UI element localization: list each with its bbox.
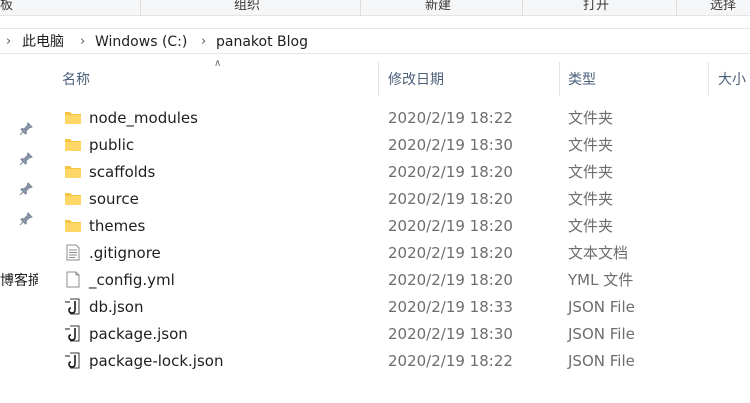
file-name: source [89, 190, 139, 208]
navigation-pane: 博客摘 [0, 55, 38, 403]
json-file-icon [65, 325, 80, 342]
file-date: 2020/2/19 18:20 [388, 190, 513, 208]
file-type: 文件夹 [568, 109, 614, 127]
column-header-date[interactable]: 修改日期 [388, 62, 444, 96]
file-name: db.json [89, 298, 144, 316]
list-item[interactable]: _config.yml 2020/2/19 18:20 YML 文件 [40, 266, 750, 293]
file-date: 2020/2/19 18:30 [388, 136, 513, 154]
list-item[interactable]: node_modules 2020/2/19 18:22 文件夹 [40, 104, 750, 131]
ribbon-group-strip: 板 组织 新建 打开 选择 [0, 0, 750, 16]
column-header-type[interactable]: 类型 [568, 62, 596, 96]
file-date: 2020/2/19 18:22 [388, 109, 513, 127]
list-item[interactable]: db.json 2020/2/19 18:33 JSON File [40, 293, 750, 320]
list-item[interactable]: package.json 2020/2/19 18:30 JSON File [40, 320, 750, 347]
folder-icon [65, 220, 81, 232]
folder-icon [65, 166, 81, 178]
address-bar[interactable]: › 此电脑 › Windows (C:) › panakot Blog [0, 28, 750, 54]
sort-ascending-icon: ∧ [214, 58, 222, 69]
column-header-row: ∧ 名称 修改日期 类型 大小 [40, 58, 750, 96]
folder-icon [65, 112, 81, 124]
file-date: 2020/2/19 18:22 [388, 352, 513, 370]
file-name: node_modules [89, 109, 198, 127]
column-divider[interactable] [378, 62, 379, 96]
file-name: .gitignore [89, 244, 161, 262]
ribbon-separator [522, 0, 523, 16]
ribbon-group-new: 新建 [425, 0, 452, 13]
file-type: 文件夹 [568, 190, 614, 208]
list-item[interactable]: scaffolds 2020/2/19 18:20 文件夹 [40, 158, 750, 185]
file-type: JSON File [568, 298, 635, 316]
list-item[interactable]: public 2020/2/19 18:30 文件夹 [40, 131, 750, 158]
file-type: 文本文档 [568, 244, 629, 262]
file-date: 2020/2/19 18:20 [388, 217, 513, 235]
file-name: public [89, 136, 135, 154]
file-date: 2020/2/19 18:33 [388, 298, 513, 316]
pin-icon[interactable] [19, 182, 33, 196]
file-type: JSON File [568, 325, 635, 343]
json-file-icon [65, 298, 80, 315]
file-name: _config.yml [89, 271, 175, 289]
file-name: package.json [89, 325, 188, 343]
file-type: 文件夹 [568, 136, 614, 154]
json-file-icon [65, 352, 80, 369]
column-header-name[interactable]: 名称 [62, 62, 90, 96]
chevron-right-icon[interactable]: › [6, 29, 11, 55]
breadcrumb-this-pc[interactable]: 此电脑 [22, 29, 64, 55]
ribbon-group-clipboard: 板 [0, 0, 14, 13]
file-date: 2020/2/19 18:20 [388, 244, 513, 262]
file-name: package-lock.json [89, 352, 224, 370]
file-date: 2020/2/19 18:30 [388, 325, 513, 343]
ribbon-separator [140, 0, 141, 16]
blank-file-icon [66, 271, 80, 288]
list-item[interactable]: source 2020/2/19 18:20 文件夹 [40, 185, 750, 212]
file-type: 文件夹 [568, 163, 614, 181]
file-type: JSON File [568, 352, 635, 370]
ribbon-group-open: 打开 [583, 0, 610, 13]
pin-icon[interactable] [19, 152, 33, 166]
file-name: themes [89, 217, 146, 235]
file-list: node_modules 2020/2/19 18:22 文件夹 public … [40, 104, 750, 374]
file-date: 2020/2/19 18:20 [388, 163, 513, 181]
pin-icon[interactable] [19, 122, 33, 136]
list-item[interactable]: themes 2020/2/19 18:20 文件夹 [40, 212, 750, 239]
file-date: 2020/2/19 18:20 [388, 271, 513, 289]
text-file-icon [66, 244, 80, 261]
file-type: 文件夹 [568, 217, 614, 235]
ribbon-separator [676, 0, 677, 16]
column-divider[interactable] [708, 62, 709, 96]
ribbon-group-organize: 组织 [234, 0, 261, 13]
folder-icon [65, 139, 81, 151]
column-divider[interactable] [559, 62, 560, 96]
column-header-size[interactable]: 大小 [718, 62, 746, 96]
ribbon-separator [360, 0, 361, 16]
list-item[interactable]: package-lock.json 2020/2/19 18:22 JSON F… [40, 347, 750, 374]
chevron-right-icon[interactable]: › [80, 29, 85, 55]
pin-icon[interactable] [19, 212, 33, 226]
list-item[interactable]: .gitignore 2020/2/19 18:20 文本文档 [40, 239, 750, 266]
chevron-right-icon[interactable]: › [201, 29, 206, 55]
breadcrumb-drive-c[interactable]: Windows (C:) [95, 29, 187, 55]
breadcrumb-current-folder[interactable]: panakot Blog [216, 29, 308, 55]
folder-icon [65, 193, 81, 205]
nav-item-blog[interactable]: 博客摘 [0, 270, 38, 290]
ribbon-group-select: 选择 [710, 0, 737, 13]
file-type: YML 文件 [568, 271, 634, 289]
file-name: scaffolds [89, 163, 156, 181]
